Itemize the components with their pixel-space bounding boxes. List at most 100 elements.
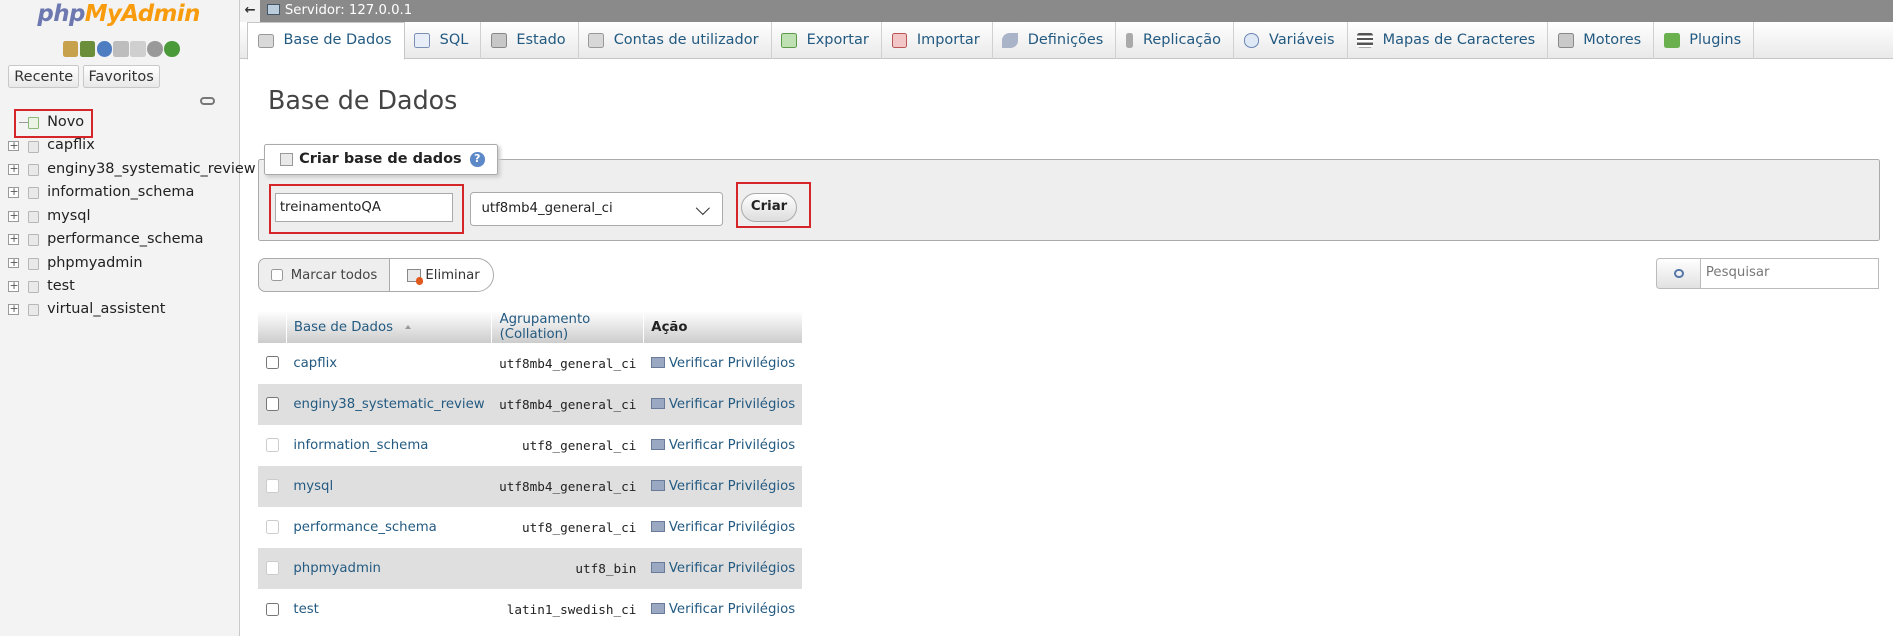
database-icon <box>258 33 274 49</box>
check-privileges-link[interactable]: Verificar Privilégios <box>643 424 803 466</box>
row-checkbox[interactable] <box>265 356 279 370</box>
tab-databases[interactable]: Base de Dados <box>247 21 405 61</box>
header-action: Ação <box>643 311 803 343</box>
table-row: mysql utf8mb4_general_ci Verificar Privilé… <box>258 465 803 508</box>
variables-icon <box>1243 33 1260 48</box>
database-name-link[interactable]: information_schema <box>286 424 492 466</box>
expand-icon[interactable]: + <box>8 233 20 245</box>
new-database-icon <box>279 152 294 166</box>
recent-button[interactable]: Recente <box>8 65 79 88</box>
table-row: phpmyadmin utf8_bin Verificar Privilégios <box>258 548 803 590</box>
row-checkbox[interactable] <box>265 397 279 411</box>
expand-icon[interactable]: + <box>8 140 20 152</box>
privileges-icon <box>650 521 666 533</box>
table-row: enginy38_systematic_review utf8mb4_genera… <box>258 383 803 425</box>
server-label[interactable]: Servidor: 127.0.0.1 <box>285 3 412 18</box>
tree-item-database[interactable]: + test <box>7 275 236 298</box>
expand-icon[interactable]: + <box>8 303 20 316</box>
expand-icon[interactable]: + <box>8 163 20 175</box>
nav-icon-bar <box>62 41 180 57</box>
database-name-link[interactable]: test <box>286 589 492 631</box>
check-privileges-link[interactable]: Verificar Privilégios <box>643 465 803 508</box>
header-database[interactable]: Base de Dados <box>286 311 493 343</box>
privileges-icon <box>650 603 666 615</box>
check-all-button[interactable]: Marcar todos <box>258 258 390 293</box>
database-name-link[interactable]: phpmyadmin <box>286 548 492 590</box>
database-name-link[interactable]: performance_schema <box>286 507 492 549</box>
bulk-actions-bar: Marcar todos Eliminar <box>258 258 494 293</box>
sql-icon <box>414 33 430 48</box>
privileges-icon <box>650 439 666 451</box>
tree-item-database[interactable]: + mysql <box>7 205 236 228</box>
expand-icon[interactable]: + <box>8 210 20 222</box>
tab-user-accounts[interactable]: Contas de utilizador <box>579 21 772 60</box>
check-privileges-link[interactable]: Verificar Privilégios <box>643 589 803 631</box>
tree-item-label: information_schema <box>47 184 195 201</box>
check-privileges-link[interactable]: Verificar Privilégios <box>643 342 803 384</box>
tab-export[interactable]: Exportar <box>772 21 882 60</box>
expand-icon[interactable]: + <box>8 280 20 292</box>
check-privileges-label: Verificar Privilégios <box>668 520 796 536</box>
copy-icon[interactable] <box>130 41 147 57</box>
tab-label: Base de Dados <box>283 32 392 49</box>
collapse-nav-arrow-icon[interactable]: ← <box>240 0 260 22</box>
table-header-row: Base de Dados Agrupamento (Collation) Aç… <box>258 311 803 343</box>
reload-icon[interactable] <box>164 41 180 57</box>
tab-import[interactable]: Importar <box>882 21 993 60</box>
tree-item-database[interactable]: + enginy38_systematic_review <box>7 158 256 181</box>
help-icon[interactable] <box>96 41 113 57</box>
search-input[interactable]: Pesquisar <box>1701 258 1879 289</box>
header-database-label: Base de Dados <box>293 319 393 335</box>
tab-charsets[interactable]: Mapas de Caracteres <box>1348 21 1549 60</box>
tab-replication[interactable]: Replicação <box>1116 21 1235 60</box>
docs-icon[interactable] <box>113 41 130 57</box>
tab-status[interactable]: Estado <box>481 21 579 60</box>
header-collation[interactable]: Agrupamento (Collation) <box>491 311 645 343</box>
collation-selected-value: utf8mb4_general_ci <box>481 200 613 216</box>
create-database-legend: Criar base de dados ? <box>264 143 498 176</box>
search-button[interactable] <box>1656 258 1702 289</box>
check-all-checkbox[interactable] <box>271 269 284 282</box>
database-icon <box>27 187 39 200</box>
tab-settings[interactable]: Definições <box>993 21 1117 60</box>
settings-gear-icon[interactable] <box>147 41 163 57</box>
help-icon[interactable]: ? <box>470 152 485 167</box>
link-with-main-icon[interactable] <box>200 96 215 106</box>
create-database-button[interactable]: Criar <box>741 193 797 223</box>
check-privileges-label: Verificar Privilégios <box>668 355 796 371</box>
logout-icon[interactable] <box>79 41 96 57</box>
drop-button[interactable]: Eliminar <box>389 258 494 293</box>
tab-plugins[interactable]: Plugins <box>1654 21 1755 60</box>
check-privileges-link[interactable]: Verificar Privilégios <box>643 507 803 549</box>
home-icon[interactable] <box>62 41 79 57</box>
tree-item-database[interactable]: + performance_schema <box>7 228 236 251</box>
check-privileges-label: Verificar Privilégios <box>668 437 796 453</box>
tree-item-database[interactable]: + information_schema <box>7 181 236 204</box>
row-checkbox[interactable] <box>265 602 279 616</box>
tab-variables[interactable]: Variáveis <box>1234 21 1348 60</box>
database-name-link[interactable]: capflix <box>286 342 492 384</box>
status-icon <box>491 33 507 48</box>
sort-ascending-icon <box>405 325 412 330</box>
tab-sql[interactable]: SQL <box>405 21 482 60</box>
database-name-input[interactable] <box>275 193 453 223</box>
expand-icon[interactable]: + <box>8 257 20 269</box>
header-checkbox-cell <box>258 311 287 343</box>
phpmyadmin-logo[interactable]: phpMyAdmin <box>37 1 200 27</box>
database-name-link[interactable]: enginy38_systematic_review <box>286 383 492 425</box>
tab-label: Definições <box>1027 31 1104 48</box>
tree-item-database[interactable]: + capflix <box>7 134 236 157</box>
check-privileges-link[interactable]: Verificar Privilégios <box>643 548 803 590</box>
create-database-label: Criar base de dados <box>299 150 462 167</box>
database-icon <box>27 304 39 317</box>
collation-select[interactable]: utf8mb4_general_ci <box>469 191 724 226</box>
favorites-button[interactable]: Favoritos <box>82 65 160 88</box>
tab-engines[interactable]: Motores <box>1548 21 1655 60</box>
expand-icon[interactable]: + <box>8 186 20 199</box>
check-privileges-link[interactable]: Verificar Privilégios <box>643 383 803 425</box>
tab-label: Mapas de Caracteres <box>1382 31 1536 48</box>
tree-item-database[interactable]: + virtual_assistent <box>7 298 236 321</box>
database-name-link[interactable]: mysql <box>286 465 492 508</box>
tree-item-database[interactable]: + phpmyadmin <box>7 252 236 275</box>
engines-icon <box>1557 33 1574 48</box>
